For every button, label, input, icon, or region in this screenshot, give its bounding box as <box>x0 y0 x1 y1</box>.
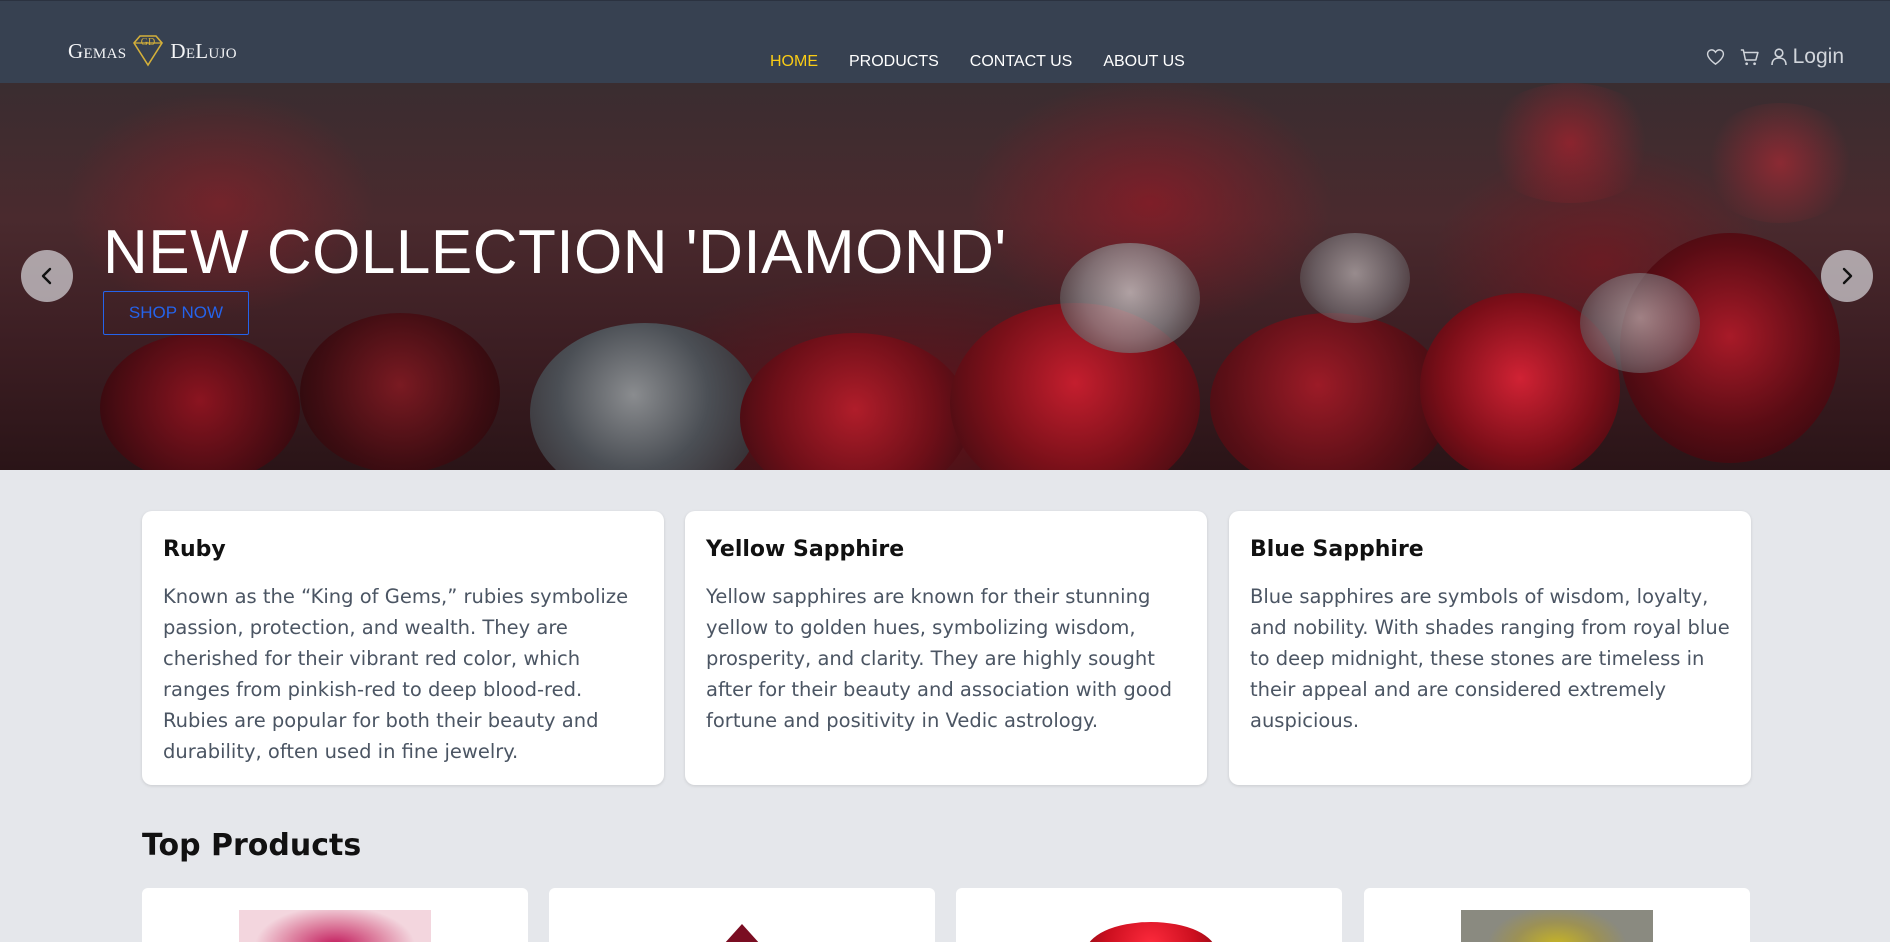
user-icon <box>1770 48 1787 66</box>
gem-card-title: Blue Sapphire <box>1250 537 1424 562</box>
cart-icon[interactable] <box>1739 46 1761 68</box>
chevron-left-icon <box>41 267 52 285</box>
nav-home[interactable]: HOME <box>770 53 818 71</box>
heart-icon[interactable] <box>1705 46 1727 68</box>
header-actions: Login <box>1693 45 1844 69</box>
chevron-right-icon <box>1842 267 1853 285</box>
main-nav: HOME PRODUCTS CONTACT US ABOUT US <box>770 53 1216 71</box>
product-image <box>1086 922 1216 942</box>
login-label: Login <box>1792 45 1844 68</box>
nav-products[interactable]: PRODUCTS <box>849 53 939 71</box>
product-card[interactable] <box>1364 888 1750 942</box>
gem-card-description: Known as the “King of Gems,” rubies symb… <box>163 585 629 763</box>
gem-card-ruby: Ruby Known as the “King of Gems,” rubies… <box>142 511 664 785</box>
top-products-title: Top Products <box>142 828 362 863</box>
product-image <box>724 924 760 942</box>
hero-title: NEW COLLECTION 'DIAMOND' <box>103 218 1007 287</box>
nav-about-us[interactable]: ABOUT US <box>1103 53 1185 71</box>
hero-carousel: NEW COLLECTION 'DIAMOND' SHOP NOW <box>0 83 1890 470</box>
gem-card-title: Ruby <box>163 537 226 562</box>
product-image <box>239 910 431 942</box>
logo-text-right: DELUJO <box>170 38 237 63</box>
logo-monogram: GD <box>141 37 155 48</box>
carousel-next-button[interactable] <box>1821 250 1873 302</box>
nav-contact-us[interactable]: CONTACT US <box>970 53 1073 71</box>
carousel-prev-button[interactable] <box>21 250 73 302</box>
gem-card-description: Blue sapphires are symbols of wisdom, lo… <box>1250 585 1730 732</box>
logo-text-left: GEMAS <box>68 38 127 63</box>
site-header: GEMAS GD DELUJO HOME PRODUCTS CONTACT US… <box>0 0 1890 83</box>
product-image <box>1461 910 1653 942</box>
shop-now-button[interactable]: SHOP NOW <box>103 291 249 335</box>
product-card[interactable] <box>142 888 528 942</box>
gem-card-title: Yellow Sapphire <box>706 537 905 562</box>
product-card[interactable] <box>549 888 935 942</box>
diamond-logo-icon: GD <box>133 35 164 67</box>
login-button[interactable]: Login <box>1770 45 1844 69</box>
product-card[interactable] <box>956 888 1342 942</box>
gem-card-description: Yellow sapphires are known for their stu… <box>706 585 1172 732</box>
gem-card-yellow-sapphire: Yellow Sapphire Yellow sapphires are kno… <box>685 511 1207 785</box>
gem-card-blue-sapphire: Blue Sapphire Blue sapphires are symbols… <box>1229 511 1751 785</box>
brand-logo[interactable]: GEMAS GD DELUJO <box>68 31 237 71</box>
